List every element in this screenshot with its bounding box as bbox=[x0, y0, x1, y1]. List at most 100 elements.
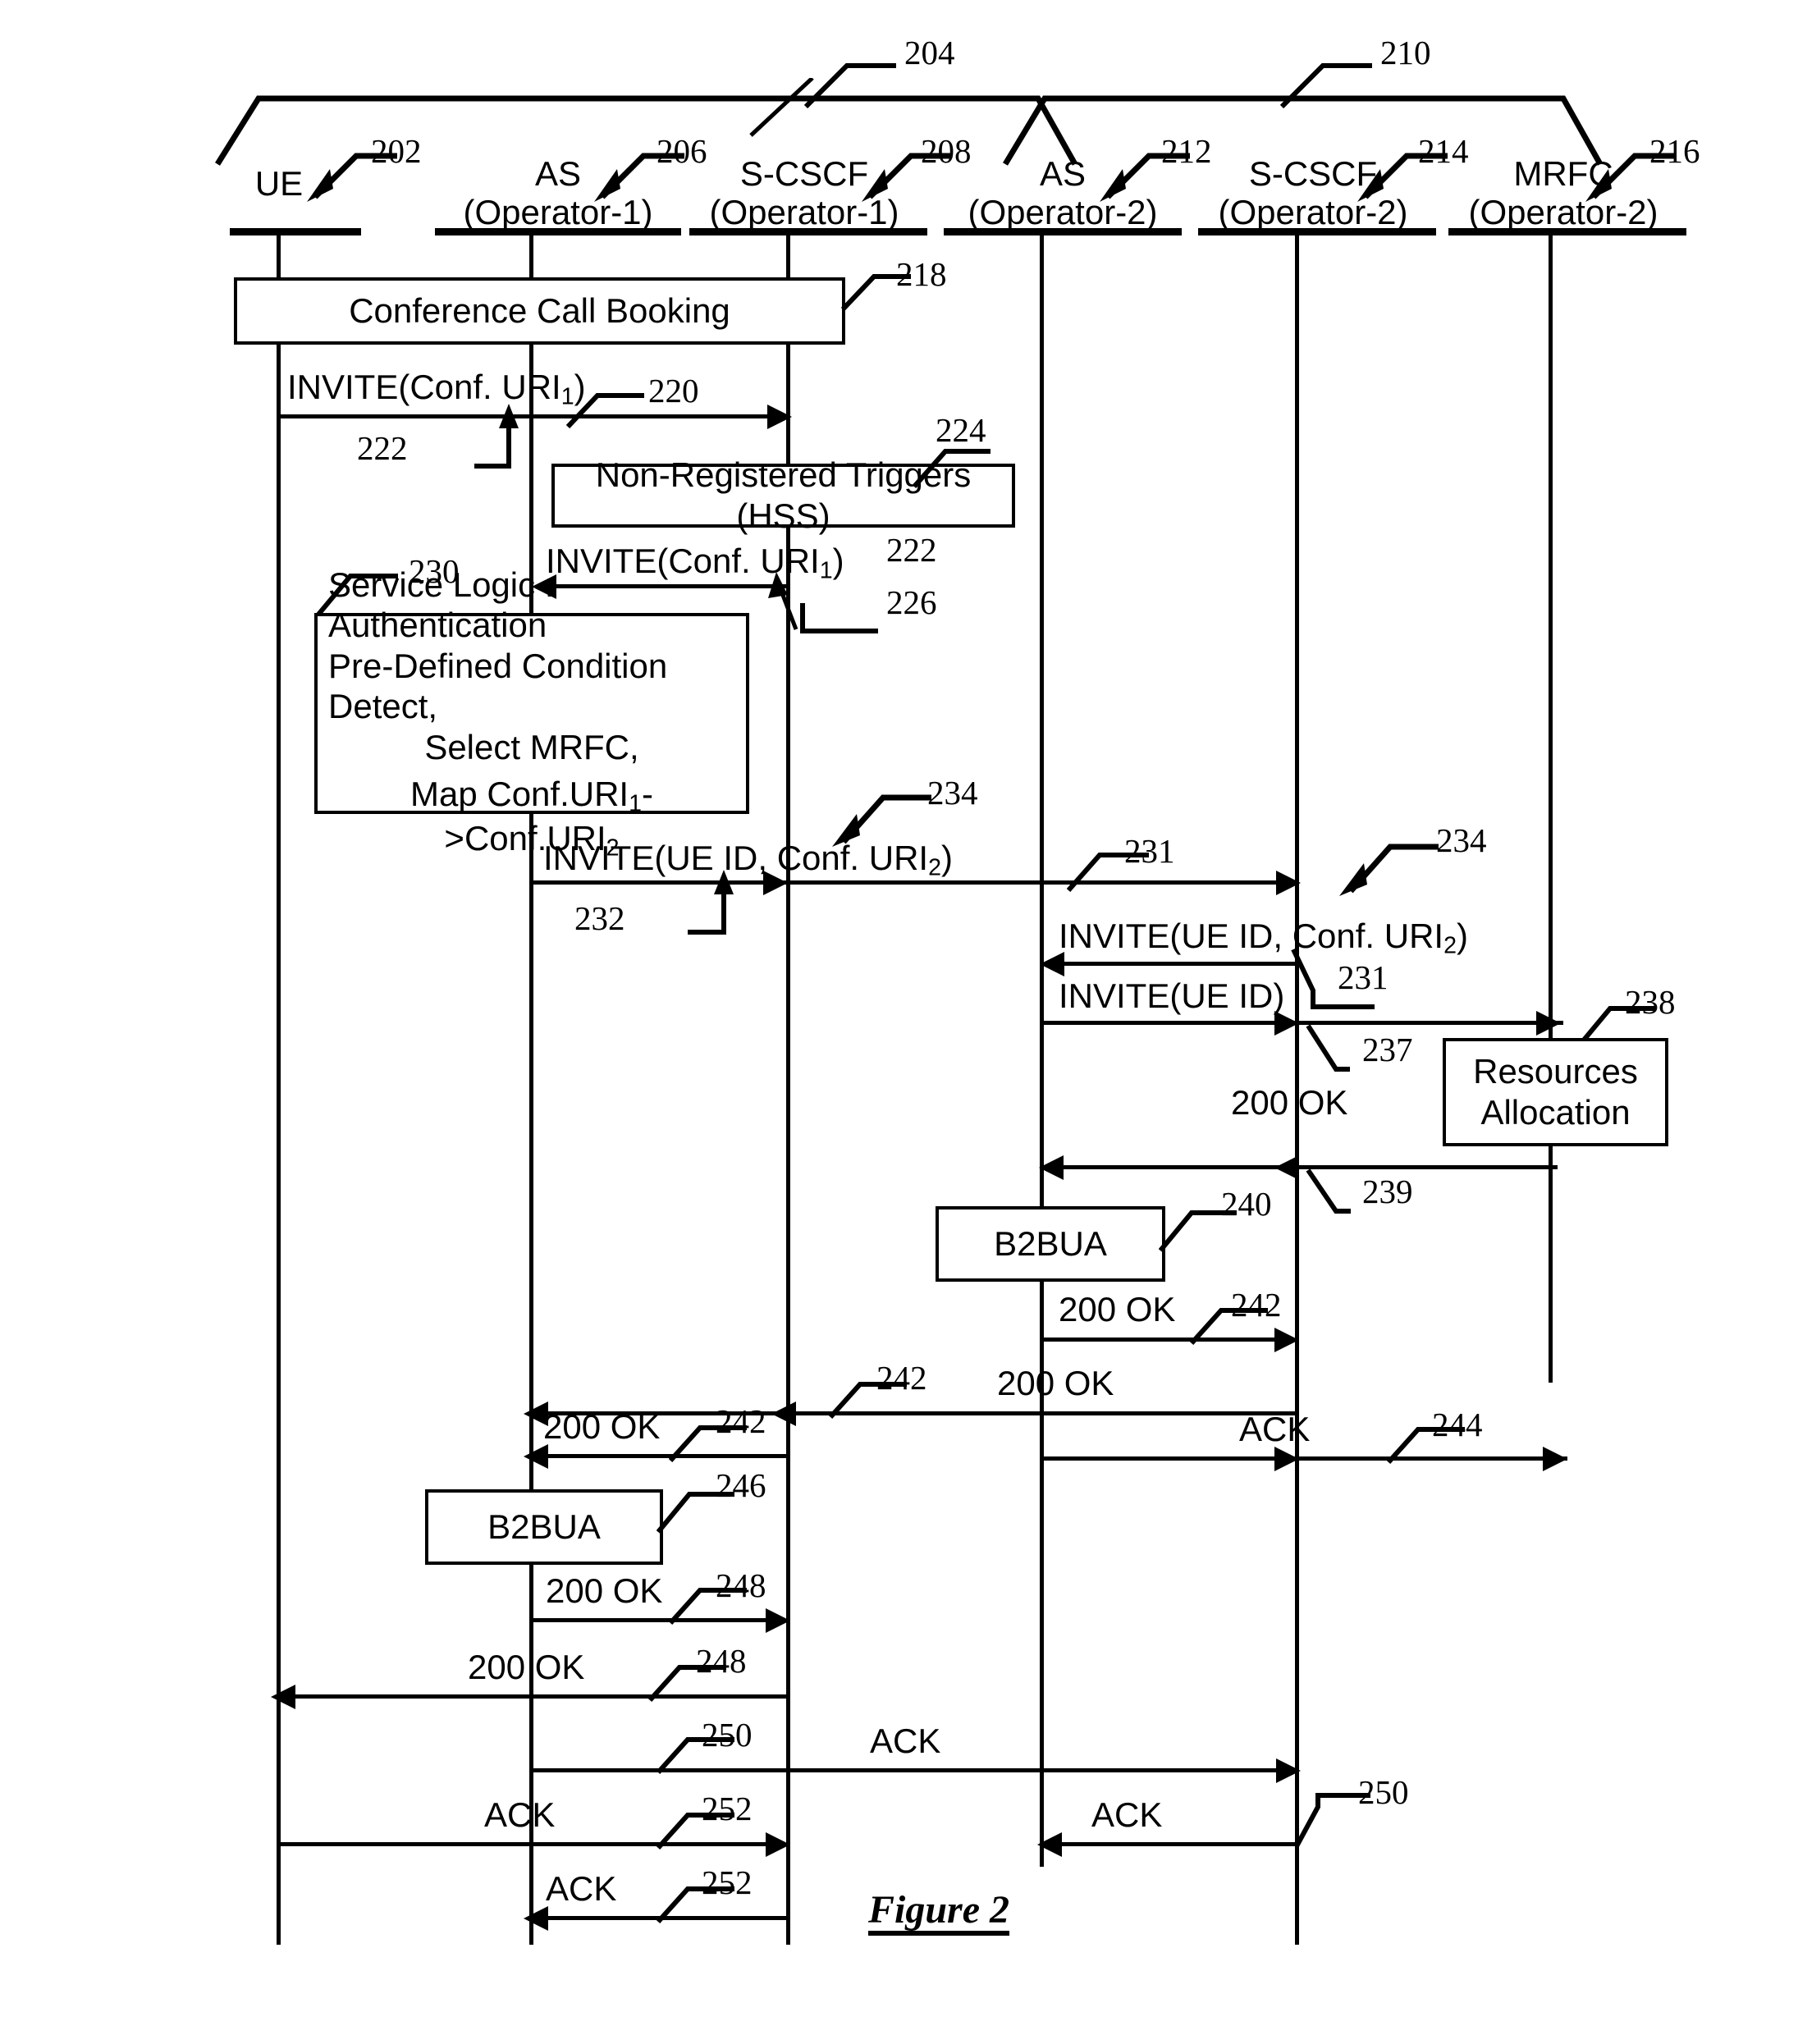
arrowhead-right-232 bbox=[763, 871, 788, 895]
ref-224: 224 bbox=[936, 411, 986, 449]
ref-252-a: 252 bbox=[702, 1790, 753, 1827]
sl4-a: Map Conf.URI bbox=[410, 775, 629, 814]
lifeline-head-mrfc bbox=[1448, 228, 1686, 235]
ref-231-a: 231 bbox=[1124, 832, 1175, 870]
message-label-200ok-239: 200 OK bbox=[1231, 1083, 1348, 1122]
ref-216: 216 bbox=[1649, 132, 1700, 170]
ref-218: 218 bbox=[896, 255, 947, 293]
msg-sub: 2 bbox=[928, 854, 941, 881]
message-line-242c bbox=[546, 1454, 788, 1458]
arrowhead-left-239-mid bbox=[1274, 1155, 1299, 1180]
lifeline-head-scscf2 bbox=[1198, 228, 1436, 235]
message-label-200ok-242b: 200 OK bbox=[997, 1364, 1114, 1402]
service-logic-line-1: Service Logic : Authentication bbox=[328, 565, 555, 645]
leader-204 bbox=[803, 59, 903, 112]
lifeline-head-as2 bbox=[944, 228, 1182, 235]
box-label-b2bua-operator2: B2BUA bbox=[994, 1224, 1107, 1264]
message-label-invite-ueid-conf-uri2-b: INVITE(UE ID, Conf. URI2) bbox=[1059, 917, 1468, 959]
service-logic-line-2: Pre-Defined Condition Detect, bbox=[328, 646, 668, 726]
ref-232: 232 bbox=[574, 899, 625, 937]
message-line-234b bbox=[1064, 962, 1297, 966]
message-label-ack-252b: ACK bbox=[546, 1869, 617, 1908]
ref-231-b: 231 bbox=[1338, 958, 1389, 996]
arrowhead-right-244-mid bbox=[1274, 1447, 1299, 1471]
leader-232 bbox=[648, 868, 755, 940]
ref-226: 226 bbox=[886, 583, 937, 621]
arrowhead-left-242b-mid bbox=[771, 1402, 796, 1426]
ref-246: 246 bbox=[716, 1466, 766, 1504]
msg-text-a: INVITE(Conf. URI bbox=[287, 368, 561, 406]
ref-222-a: 222 bbox=[357, 429, 408, 467]
ref-242-c: 242 bbox=[716, 1402, 766, 1440]
message-label-200ok-248b: 200 OK bbox=[468, 1648, 585, 1686]
pointer-arrow-234-b bbox=[1336, 830, 1443, 900]
ref-248-b: 248 bbox=[696, 1642, 747, 1680]
lifeline-as1 bbox=[529, 234, 533, 1945]
message-label-invite-ueid: INVITE(UE ID) bbox=[1059, 976, 1285, 1015]
ref-240: 240 bbox=[1221, 1185, 1272, 1223]
arrowhead-right-244 bbox=[1543, 1447, 1567, 1471]
message-label-ack-250a: ACK bbox=[870, 1722, 941, 1760]
message-label-200ok-248a: 200 OK bbox=[546, 1571, 663, 1610]
lifeline-as2 bbox=[1040, 234, 1044, 1867]
figure-caption: Figure 2 bbox=[868, 1888, 1010, 1932]
resources-line-1: Resources bbox=[1473, 1052, 1638, 1091]
box-service-logic: Service Logic : Authentication Pre-Defin… bbox=[314, 565, 749, 862]
ref-234-b: 234 bbox=[1436, 821, 1487, 859]
ref-248-a: 248 bbox=[716, 1566, 766, 1604]
lifeline-mrfc bbox=[1549, 234, 1553, 1383]
ref-250-a: 250 bbox=[702, 1716, 753, 1754]
message-label-200ok-242a: 200 OK bbox=[1059, 1290, 1176, 1328]
box-conference-call-booking: Conference Call Booking bbox=[234, 277, 845, 345]
ref-204: 204 bbox=[904, 34, 955, 71]
arrowhead-left-252b bbox=[524, 1906, 548, 1931]
message-label-200ok-242c: 200 OK bbox=[543, 1407, 661, 1446]
arrowhead-left-248b bbox=[271, 1685, 295, 1709]
box-b2bua-operator1: B2BUA bbox=[425, 1489, 663, 1565]
lifeline-head-ue bbox=[230, 228, 361, 235]
lifeline-name-ue: UE bbox=[254, 164, 304, 203]
message-line-250b bbox=[1059, 1842, 1297, 1846]
message-label-ack-244: ACK bbox=[1239, 1410, 1311, 1448]
leader-222-b bbox=[755, 570, 886, 638]
leader-210 bbox=[1279, 59, 1379, 112]
msg-sub: 2 bbox=[1443, 932, 1457, 959]
ref-234-a: 234 bbox=[927, 774, 978, 812]
ref-220: 220 bbox=[648, 372, 699, 409]
figure-canvas: 204 210 UE 202 AS (Operator-1) 206 S-CSC… bbox=[0, 0, 1798, 2044]
msg-text-b: ) bbox=[940, 839, 953, 877]
ref-222-b: 222 bbox=[886, 531, 937, 569]
arrowhead-right-248a bbox=[766, 1608, 790, 1633]
arrowhead-left-239 bbox=[1039, 1155, 1064, 1180]
box-label-b2bua-operator1: B2BUA bbox=[487, 1507, 601, 1547]
resources-line-2: Allocation bbox=[1480, 1093, 1631, 1132]
ref-238: 238 bbox=[1625, 983, 1676, 1021]
arrowhead-right-237 bbox=[1536, 1011, 1561, 1036]
arrowhead-right-220 bbox=[767, 405, 792, 429]
ref-239: 239 bbox=[1362, 1173, 1413, 1210]
ref-242-b: 242 bbox=[876, 1359, 927, 1397]
sl4-sub1: 1 bbox=[629, 790, 642, 817]
message-label-ack-252a: ACK bbox=[484, 1795, 556, 1834]
box-b2bua-operator2: B2BUA bbox=[936, 1206, 1165, 1282]
ref-242-a: 242 bbox=[1231, 1286, 1282, 1324]
lifeline-head-as1 bbox=[435, 228, 681, 235]
arrowhead-right-252a bbox=[766, 1832, 790, 1857]
ref-237: 237 bbox=[1362, 1031, 1413, 1068]
arrowhead-left-234b bbox=[1040, 952, 1064, 976]
arrowhead-right-242a bbox=[1274, 1328, 1299, 1352]
arrowhead-left-250b bbox=[1037, 1832, 1062, 1857]
ref-244: 244 bbox=[1432, 1406, 1483, 1443]
arrowhead-right-237-mid bbox=[1274, 1011, 1299, 1036]
ref-252-b: 252 bbox=[702, 1863, 753, 1901]
message-line-250a bbox=[532, 1768, 1299, 1772]
leader-222-a bbox=[435, 402, 542, 473]
arrowhead-left-242c bbox=[524, 1444, 548, 1469]
leader-220 bbox=[565, 386, 648, 435]
arrowhead-right-250a bbox=[1276, 1758, 1301, 1783]
message-label-ack-250b: ACK bbox=[1091, 1795, 1163, 1834]
box-label-conference-call-booking: Conference Call Booking bbox=[349, 291, 730, 331]
ref-202: 202 bbox=[371, 132, 422, 170]
msg-text-b: ) bbox=[1456, 917, 1468, 955]
lifeline-head-scscf1 bbox=[689, 228, 927, 235]
